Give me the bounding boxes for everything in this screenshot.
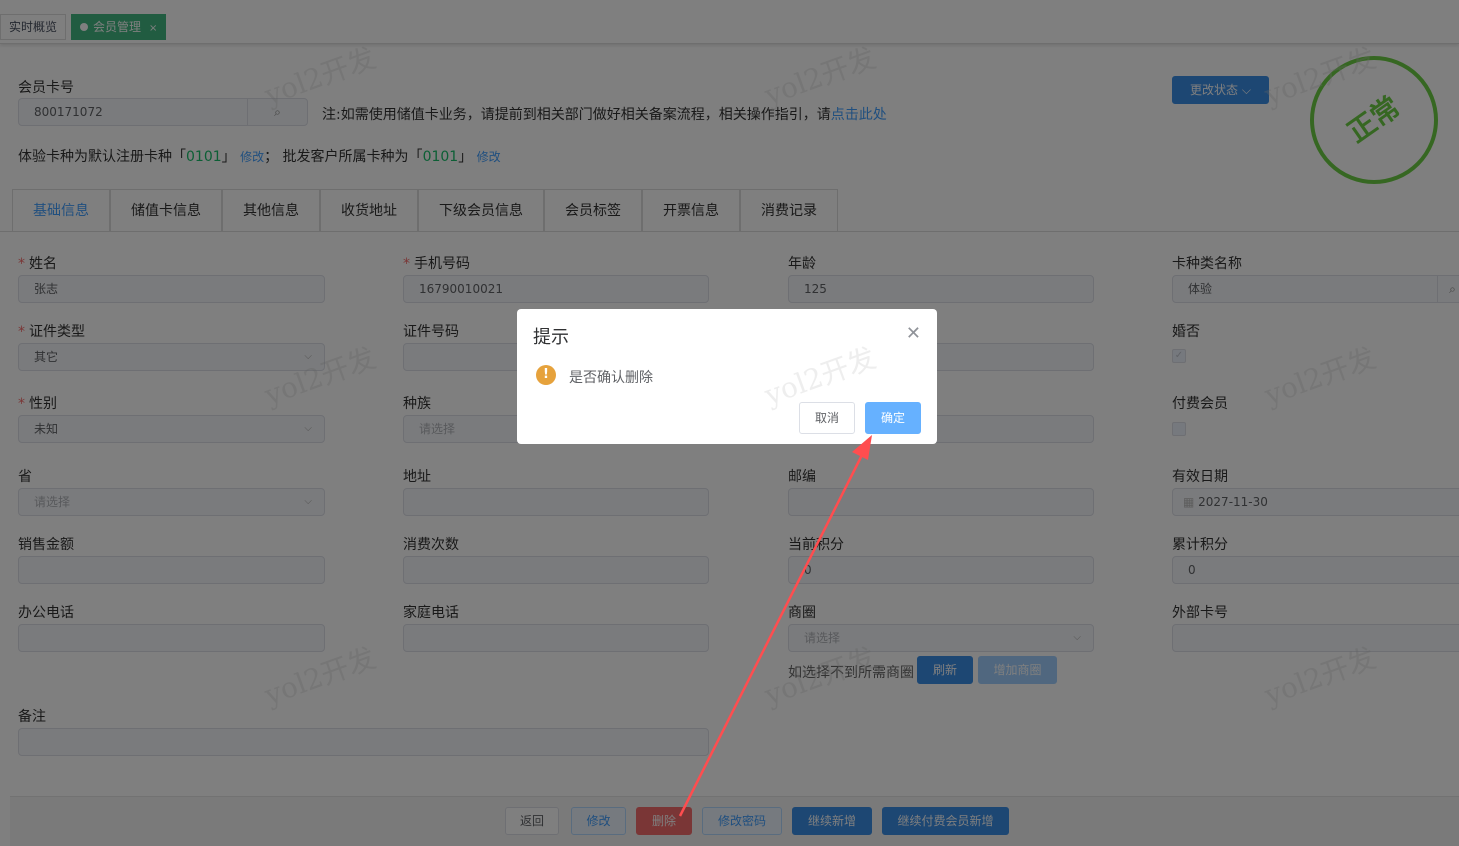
arrow-head [852,435,872,460]
arrow-line [678,454,864,817]
annotation-arrow [678,435,872,817]
